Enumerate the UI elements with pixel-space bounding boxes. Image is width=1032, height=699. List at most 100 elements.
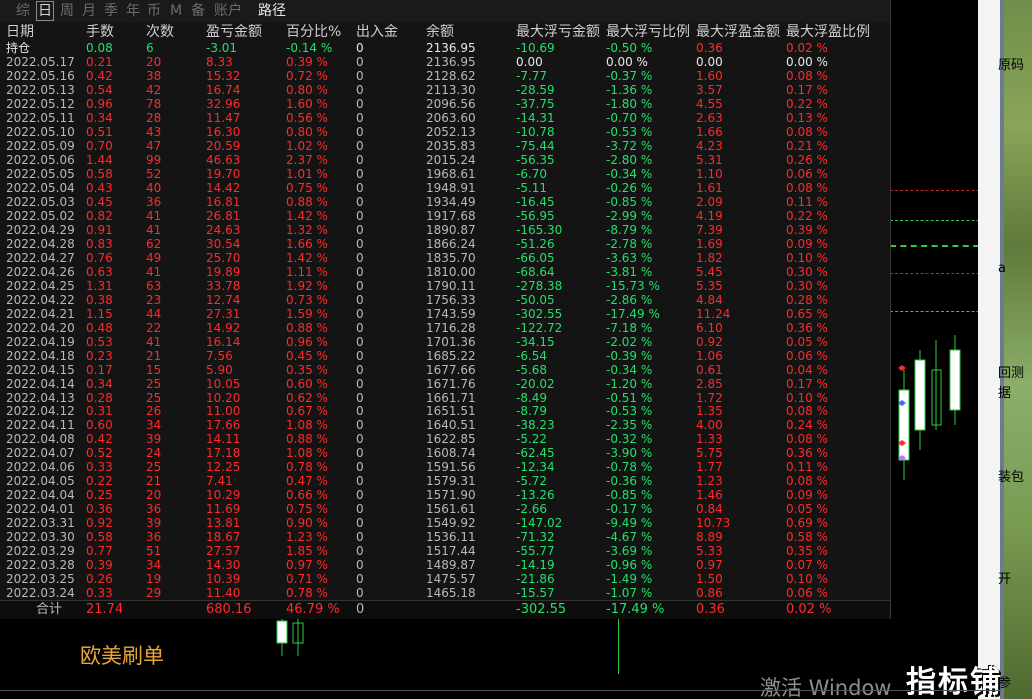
tab-quarterly[interactable]: 季 — [104, 2, 118, 20]
col-max-gain-pct[interactable]: 最大浮盈比例 — [786, 24, 870, 40]
table-row[interactable]: 2022.04.05 0.22 21 7.41 0.47 % 0 1579.31 -5.72 -… — [0, 474, 890, 488]
row-pnl: 14.30 — [206, 558, 241, 573]
table-row[interactable]: 2022.03.28 0.39 34 14.30 0.97 % 0 1489.87 -14.1… — [0, 558, 890, 572]
row-pnl: 25.70 — [206, 250, 241, 265]
row-io: 0 — [356, 152, 364, 167]
row-date: 2022.04.06 — [6, 460, 75, 475]
tab-summary[interactable]: 综 — [16, 2, 30, 20]
table-row[interactable]: 2022.04.21 1.15 44 27.31 1.59 % 0 1743.59 -302.… — [0, 307, 890, 321]
col-lots[interactable]: 手数 — [86, 24, 114, 40]
col-io[interactable]: 出入金 — [356, 24, 398, 40]
col-balance[interactable]: 余额 — [426, 24, 454, 40]
table-row[interactable]: 2022.04.22 0.38 23 12.74 0.73 % 0 1756.33 -50.0… — [0, 293, 890, 307]
tab-monthly[interactable]: 月 — [82, 2, 96, 20]
row-lots: 0.26 — [86, 572, 113, 587]
tab-path[interactable]: 路径 — [258, 2, 286, 20]
tab-currency[interactable]: 币 — [147, 2, 161, 20]
row-max-gain-pct: 0.65 % — [786, 306, 828, 321]
table-row[interactable]: 2022.04.08 0.42 39 14.11 0.88 % 0 1622.85 -5.22… — [0, 432, 890, 446]
col-pct[interactable]: 百分比% — [286, 24, 341, 40]
row-max-loss-pct: -0.17 % — [606, 502, 653, 517]
tab-weekly[interactable]: 周 — [60, 2, 74, 20]
row-max-loss-pct: -7.18 % — [606, 320, 653, 335]
table-row[interactable]: 2022.04.12 0.31 26 11.00 0.67 % 0 1651.51 -8.79… — [0, 404, 890, 418]
totals-pct: 46.79 % — [286, 602, 340, 617]
table-row[interactable]: 2022.05.17 0.21 20 8.33 0.39 % 0 2136.95 0.00 0.… — [0, 55, 890, 69]
row-max-loss-pct: -3.69 % — [606, 544, 653, 559]
row-lots: 0.17 — [86, 362, 113, 377]
row-max-gain: 5.75 — [696, 446, 723, 461]
table-row[interactable]: 2022.04.25 1.31 63 33.78 1.92 % 0 1790.11 -278.… — [0, 279, 890, 293]
row-pnl: 7.56 — [206, 348, 233, 363]
table-row[interactable]: 2022.05.03 0.45 36 16.81 0.88 % 0 1934.49 -16.4… — [0, 195, 890, 209]
table-row[interactable]: 2022.05.13 0.54 42 16.74 0.80 % 0 2113.30 -28.5… — [0, 83, 890, 97]
row-balance: 1475.57 — [426, 572, 476, 587]
row-max-loss: -12.34 — [516, 460, 555, 475]
row-balance: 1790.11 — [426, 278, 476, 293]
row-io: 0 — [356, 320, 364, 335]
col-pnl[interactable]: 盈亏金额 — [206, 24, 262, 40]
tab-daily[interactable]: 日 — [36, 1, 54, 21]
row-trades: 21 — [146, 348, 162, 363]
row-pct: 1.08 % — [286, 446, 328, 461]
table-row[interactable]: 2022.04.27 0.76 49 25.70 1.42 % 0 1835.70 -66.0… — [0, 251, 890, 265]
tab-notes[interactable]: 备 — [191, 2, 205, 20]
table-row[interactable]: 2022.04.01 0.36 36 11.69 0.75 % 0 1561.61 -2.66… — [0, 502, 890, 516]
table-row[interactable]: 2022.05.05 0.58 52 19.70 1.01 % 0 1968.61 -6.70… — [0, 167, 890, 181]
table-row[interactable]: 2022.04.26 0.63 41 19.89 1.11 % 0 1810.00 -68.6… — [0, 265, 890, 279]
table-row[interactable]: 2022.03.25 0.26 19 10.39 0.71 % 0 1475.57 -21.8… — [0, 572, 890, 586]
table-row[interactable]: 2022.04.15 0.17 15 5.90 0.35 % 0 1677.66 -5.68 -… — [0, 363, 890, 377]
col-trades[interactable]: 次数 — [146, 24, 174, 40]
table-row[interactable]: 2022.04.28 0.83 62 30.54 1.66 % 0 1866.24 -51.2… — [0, 237, 890, 251]
terminal-window: 原码 a 回测 据 装包 开 参 综 日 周 月 季 年 币 M 备 账户 路径… — [0, 0, 1032, 699]
table-row[interactable]: 2022.05.09 0.70 47 20.59 1.02 % 0 2035.83 -75.4… — [0, 139, 890, 153]
table-row[interactable]: 2022.04.18 0.23 21 7.56 0.45 % 0 1685.22 -6.54 -… — [0, 349, 890, 363]
col-date[interactable]: 日期 — [6, 24, 34, 40]
table-row[interactable]: 2022.03.24 0.33 29 11.40 0.78 % 0 1465.18 -15.5… — [0, 586, 890, 600]
table-row[interactable]: 2022.05.06 1.44 99 46.63 2.37 % 0 2015.24 -56.3… — [0, 153, 890, 167]
table-row[interactable]: 2022.04.06 0.33 25 12.25 0.78 % 0 1591.56 -12.3… — [0, 460, 890, 474]
row-max-gain-pct: 0.05 % — [786, 502, 828, 517]
table-row[interactable]: 2022.05.02 0.82 41 26.81 1.42 % 0 1917.68 -56.9… — [0, 209, 890, 223]
row-max-loss: -6.70 — [516, 166, 548, 181]
table-row[interactable]: 2022.05.10 0.51 43 16.30 0.80 % 0 2052.13 -10.7… — [0, 125, 890, 139]
table-row[interactable]: 2022.05.12 0.96 78 32.96 1.60 % 0 2096.56 -37.7… — [0, 97, 890, 111]
row-max-gain-pct: 0.30 % — [786, 264, 828, 279]
open-position-row[interactable]: 持仓 0.08 6 -3.01 -0.14 % 0 2136.95 -10.69 -0.50 %… — [0, 41, 890, 55]
row-balance: 1810.00 — [426, 264, 476, 279]
row-balance: 1549.92 — [426, 516, 476, 531]
table-row[interactable]: 2022.05.04 0.43 40 14.42 0.75 % 0 1948.91 -5.11… — [0, 181, 890, 195]
table-row[interactable]: 2022.04.13 0.28 25 10.20 0.62 % 0 1661.71 -8.49… — [0, 391, 890, 405]
row-date: 2022.04.12 — [6, 404, 75, 419]
row-balance: 1661.71 — [426, 390, 476, 405]
row-max-gain-pct: 0.11 % — [786, 194, 828, 209]
table-row[interactable]: 2022.04.19 0.53 41 16.14 0.96 % 0 1701.36 -34.1… — [0, 335, 890, 349]
row-trades: 44 — [146, 306, 162, 321]
table-row[interactable]: 2022.04.29 0.91 41 24.63 1.32 % 0 1890.87 -165.… — [0, 223, 890, 237]
table-row[interactable]: 2022.05.16 0.42 38 15.32 0.72 % 0 2128.62 -7.77… — [0, 69, 890, 83]
table-row[interactable]: 2022.04.04 0.25 20 10.29 0.66 % 0 1571.90 -13.2… — [0, 488, 890, 502]
table-row[interactable]: 2022.03.30 0.58 36 18.67 1.23 % 0 1536.11 -71.3… — [0, 530, 890, 544]
table-row[interactable]: 2022.03.31 0.92 39 13.81 0.90 % 0 1549.92 -147.… — [0, 516, 890, 530]
col-max-loss[interactable]: 最大浮亏金额 — [516, 24, 600, 40]
table-row[interactable]: 2022.04.14 0.34 25 10.05 0.60 % 0 1671.76 -20.0… — [0, 377, 890, 391]
col-max-loss-pct[interactable]: 最大浮亏比例 — [606, 24, 690, 40]
row-date: 持仓 — [6, 41, 31, 55]
table-row[interactable]: 2022.04.20 0.48 22 14.92 0.88 % 0 1716.28 -122.… — [0, 321, 890, 335]
tab-m[interactable]: M — [170, 2, 182, 20]
table-row[interactable]: 2022.05.11 0.34 28 11.47 0.56 % 0 2063.60 -14.3… — [0, 111, 890, 125]
row-pct: 0.75 % — [286, 502, 328, 517]
tab-account[interactable]: 账户 — [214, 2, 242, 20]
table-row[interactable]: 2022.04.11 0.60 34 17.66 1.08 % 0 1640.51 -38.2… — [0, 418, 890, 432]
row-io: 0 — [356, 166, 364, 181]
table-row[interactable]: 2022.03.29 0.77 51 27.57 1.85 % 0 1517.44 -55.7… — [0, 544, 890, 558]
tab-yearly[interactable]: 年 — [126, 2, 140, 20]
row-max-gain-pct: 0.39 % — [786, 222, 828, 237]
candles — [898, 335, 961, 480]
table-row[interactable]: 2022.04.07 0.52 24 17.18 1.08 % 0 1608.74 -62.4… — [0, 446, 890, 460]
row-lots: 0.58 — [86, 530, 113, 545]
row-lots: 0.38 — [86, 292, 113, 307]
col-max-gain[interactable]: 最大浮盈金额 — [696, 24, 780, 40]
row-trades: 41 — [146, 208, 162, 223]
row-pnl: 14.92 — [206, 320, 241, 335]
